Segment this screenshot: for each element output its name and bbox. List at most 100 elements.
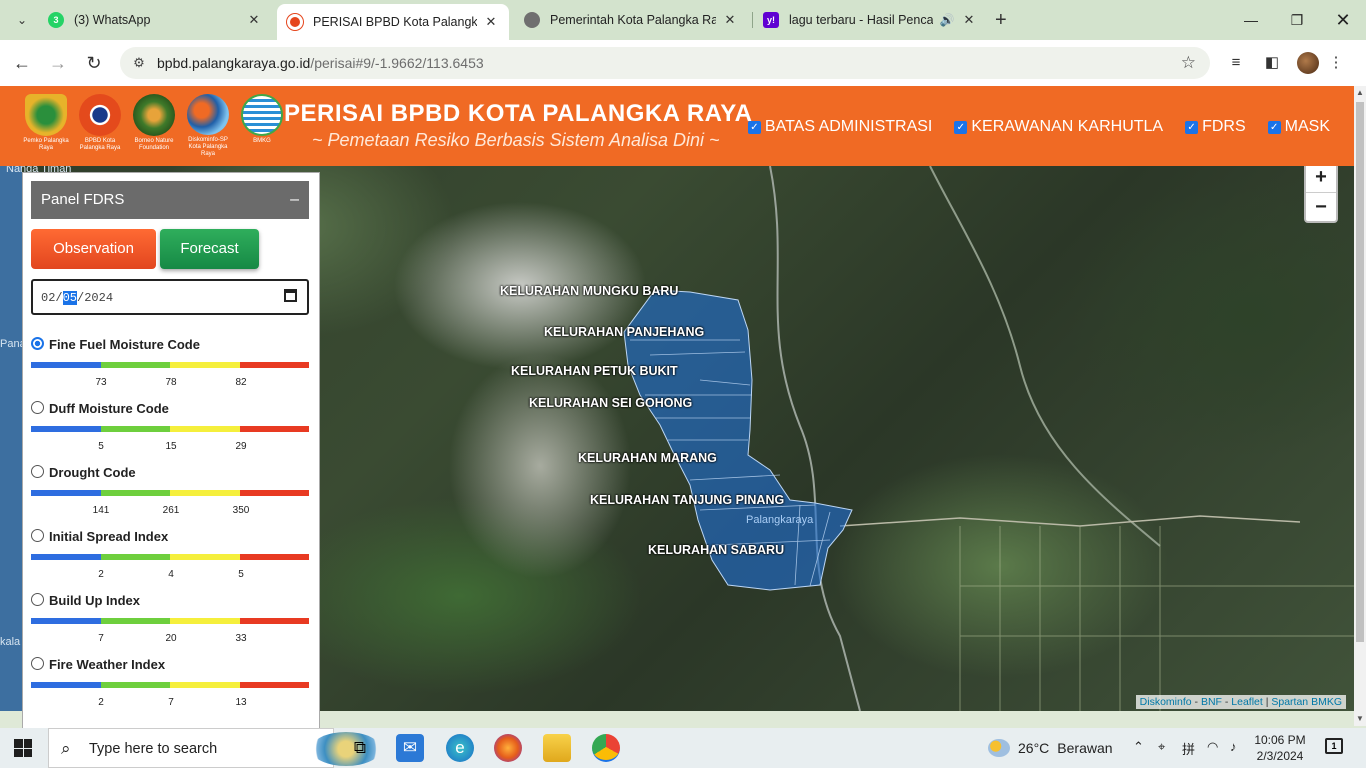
media-control-icon[interactable]: ≡	[1225, 52, 1247, 74]
kelurahan-label[interactable]: KELURAHAN TANJUNG PINANG	[590, 493, 784, 507]
scroll-down-arrow-icon[interactable]: ▼	[1354, 712, 1366, 726]
tab-perisai[interactable]: PERISAI BPBD Kota Palangka Ra ✕	[277, 4, 509, 40]
page-scrollbar[interactable]: ▲ ▼	[1354, 86, 1366, 726]
tab-yahoo[interactable]: y! lagu terbaru - Hasil Pencaria 🔊 ✕	[753, 4, 987, 36]
volume-icon[interactable]: ♪	[1230, 739, 1237, 754]
zoom-control: + −	[1304, 166, 1338, 223]
observation-button[interactable]: Observation	[31, 229, 156, 269]
radio-button[interactable]	[31, 529, 44, 542]
attribution-link[interactable]: Diskominfo	[1140, 696, 1192, 708]
forward-button[interactable]: →	[46, 51, 70, 75]
wifi-icon[interactable]: ◠	[1207, 739, 1218, 755]
speaker-icon[interactable]: 🔊	[939, 13, 955, 27]
site-subtitle: ~ Pemetaan Resiko Berbasis Sistem Analis…	[312, 130, 720, 150]
fdrs-index-row[interactable]: Fire Weather Index 2 7 13	[31, 657, 311, 721]
kelurahan-label[interactable]: KELURAHAN MARANG	[578, 451, 717, 465]
tab-whatsapp[interactable]: 3 (3) WhatsApp ✕	[38, 4, 272, 36]
attribution-link[interactable]: Spartan BMKG	[1271, 696, 1342, 708]
windows-start-icon[interactable]	[14, 739, 32, 757]
fdrs-index-row[interactable]: Fine Fuel Moisture Code 73 78 82	[31, 337, 311, 401]
city-label: Palangkaraya	[746, 514, 814, 526]
scale-segment	[170, 426, 240, 432]
radio-button[interactable]	[31, 465, 44, 478]
panel-header[interactable]: Panel FDRS –	[31, 181, 309, 219]
toggle-mask[interactable]: ✓ MASK	[1267, 118, 1330, 136]
close-tab-icon[interactable]: ✕	[246, 12, 262, 28]
zoom-out-button[interactable]: −	[1306, 192, 1336, 221]
radio-button[interactable]	[31, 401, 44, 414]
radio-button[interactable]	[31, 657, 44, 670]
scale-segment	[31, 682, 101, 688]
collapse-button[interactable]: –	[290, 181, 299, 219]
fdrs-index-row[interactable]: Build Up Index 7 20 33	[31, 593, 311, 657]
weather-widget[interactable]: 26°C Berawan	[988, 739, 1113, 757]
new-tab-button[interactable]: +	[995, 9, 1007, 32]
checkbox-checked-icon[interactable]: ✓	[1185, 120, 1199, 134]
index-name: Drought Code	[49, 465, 136, 480]
scale-tick: 4	[168, 569, 174, 580]
radio-button[interactable]	[31, 593, 44, 606]
firefox-icon[interactable]	[494, 734, 522, 762]
date-input[interactable]: 02/05/2024	[31, 279, 309, 315]
close-tab-icon[interactable]: ✕	[722, 12, 738, 28]
taskbar-clock[interactable]: 10:06 PM 2/3/2024	[1250, 732, 1310, 764]
taskbar-search[interactable]: ⌕ Type here to search	[48, 728, 381, 768]
forecast-button[interactable]: Forecast	[160, 229, 259, 269]
color-scale	[31, 362, 309, 368]
fdrs-index-row[interactable]: Initial Spread Index 2 4 5	[31, 529, 311, 593]
close-tab-icon[interactable]: ✕	[961, 12, 977, 28]
fdrs-index-row[interactable]: Drought Code 141 261 350	[31, 465, 311, 529]
kelurahan-label[interactable]: KELURAHAN SABARU	[648, 543, 784, 557]
restore-button[interactable]: ❐	[1274, 8, 1320, 32]
checkbox-checked-icon[interactable]: ✓	[1267, 120, 1281, 134]
checkbox-checked-icon[interactable]: ✓	[954, 120, 968, 134]
scale-segment	[31, 426, 101, 432]
reload-button[interactable]: ↻	[82, 51, 106, 75]
scroll-thumb[interactable]	[1356, 102, 1364, 642]
zoom-in-button[interactable]: +	[1306, 166, 1336, 192]
site-info-icon[interactable]: ⚙	[130, 54, 148, 72]
scale-tick: 261	[162, 505, 180, 516]
tray-chevron-icon[interactable]: ⌃	[1133, 739, 1144, 755]
address-bar[interactable]: ⚙ bpbd.palangkaraya.go.id/perisai#9/-1.9…	[120, 47, 1210, 79]
attribution-link[interactable]: Leaflet	[1231, 696, 1263, 708]
kelurahan-label[interactable]: KELURAHAN MUNGKU BARU	[500, 284, 678, 298]
kelurahan-label[interactable]: KELURAHAN PETUK BUKIT	[511, 364, 678, 378]
url-text[interactable]: bpbd.palangkaraya.go.id/perisai#9/-1.966…	[157, 55, 484, 71]
color-scale	[31, 490, 309, 496]
toggle-kerawanan-karhutla[interactable]: ✓ KERAWANAN KARHUTLA	[954, 118, 1163, 136]
index-name: Fire Weather Index	[49, 657, 166, 672]
close-window-button[interactable]: ✕	[1320, 8, 1366, 32]
radio-button[interactable]	[31, 337, 44, 350]
chrome-icon[interactable]	[592, 734, 620, 762]
toggle-batas-administrasi[interactable]: ✓ BATAS ADMINISTRASI	[747, 118, 932, 136]
file-explorer-icon[interactable]	[543, 734, 571, 762]
edge-icon[interactable]: e	[446, 734, 474, 762]
language-icon[interactable]: 拼	[1182, 739, 1195, 758]
kelurahan-label[interactable]: KELURAHAN PANJEHANG	[544, 325, 704, 339]
scale-tick: 15	[165, 441, 177, 452]
task-view-icon[interactable]: ⧉	[346, 734, 374, 762]
tab-search-icon[interactable]: ⌄	[10, 8, 34, 32]
tab-pemerintah[interactable]: Pemerintah Kota Palangka Raya ✕	[514, 4, 748, 36]
profile-avatar[interactable]	[1297, 52, 1319, 74]
scale-tick: 141	[92, 505, 110, 516]
kelurahan-label[interactable]: KELURAHAN SEI GOHONG	[529, 396, 692, 410]
side-panel-icon[interactable]: ◧	[1261, 52, 1283, 74]
menu-kebab-icon[interactable]: ⋮	[1325, 52, 1347, 74]
mail-icon[interactable]: ✉	[396, 734, 424, 762]
bookmark-star-icon[interactable]: ☆	[1181, 53, 1196, 73]
back-button[interactable]: ←	[10, 51, 34, 75]
meet-now-icon[interactable]: ⌖	[1158, 739, 1165, 755]
notification-icon[interactable]: 1	[1325, 738, 1343, 754]
close-tab-icon[interactable]: ✕	[483, 14, 499, 30]
fdrs-index-row[interactable]: Duff Moisture Code 5 15 29	[31, 401, 311, 465]
checkbox-checked-icon[interactable]: ✓	[747, 120, 761, 134]
index-name: Fine Fuel Moisture Code	[49, 337, 200, 352]
calendar-icon[interactable]	[284, 289, 297, 302]
scroll-up-arrow-icon[interactable]: ▲	[1354, 86, 1366, 100]
scale-tick: 7	[98, 633, 104, 644]
attribution-link[interactable]: BNF	[1201, 696, 1222, 708]
minimize-button[interactable]: —	[1228, 8, 1274, 32]
toggle-fdrs[interactable]: ✓ FDRS	[1185, 118, 1246, 136]
